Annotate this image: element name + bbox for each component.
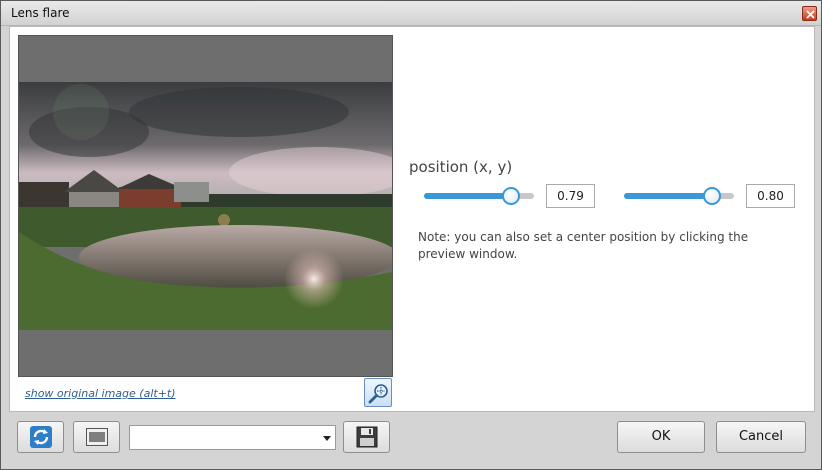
position-x-input[interactable]: 0.79 [546, 184, 595, 208]
slider-fill [424, 193, 511, 199]
zoom-fit-button[interactable] [364, 378, 392, 407]
chevron-down-icon [323, 436, 331, 441]
slider-thumb[interactable] [703, 187, 721, 205]
preset-select[interactable] [129, 425, 336, 450]
cancel-button[interactable]: Cancel [716, 421, 806, 453]
show-original-link[interactable]: show original image (alt+t) [25, 387, 176, 400]
slider-thumb[interactable] [502, 187, 520, 205]
zoom-icon [368, 384, 388, 404]
position-x-slider[interactable] [424, 186, 534, 206]
barcode-icon [86, 428, 108, 446]
save-preset-button[interactable] [343, 421, 390, 453]
position-label: position (x, y) [409, 158, 513, 176]
reset-button[interactable] [17, 421, 64, 453]
center-position-note: Note: you can also set a center position… [418, 230, 749, 261]
title-bar: Lens flare [1, 1, 821, 26]
presets-button[interactable] [73, 421, 120, 453]
ok-button[interactable]: OK [617, 421, 705, 453]
dialog-content: show original image (alt+t) position (x,… [9, 26, 815, 412]
slider-fill [624, 193, 712, 199]
window-title: Lens flare [11, 6, 70, 20]
save-icon [356, 426, 378, 448]
close-icon [806, 10, 815, 19]
preview-image[interactable] [19, 82, 392, 330]
close-button[interactable] [802, 6, 817, 21]
position-y-input[interactable]: 0.80 [746, 184, 795, 208]
position-y-slider[interactable] [624, 186, 734, 206]
preview-window[interactable] [18, 35, 393, 377]
refresh-icon [30, 426, 52, 448]
lens-flare-dialog: Lens flare show original image (alt+t) p… [0, 0, 822, 470]
